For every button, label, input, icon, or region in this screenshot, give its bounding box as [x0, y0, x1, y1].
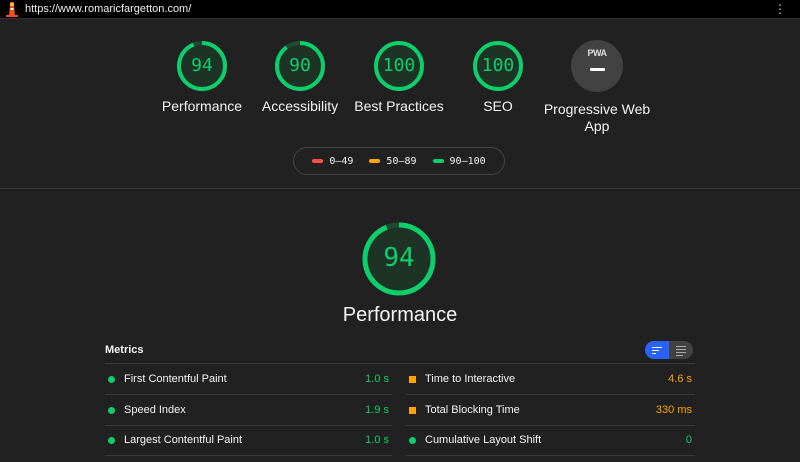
metric-row[interactable]: Time to Interactive 4.6 s	[406, 364, 695, 394]
pass-dot-icon	[409, 436, 416, 444]
row-divider	[406, 455, 695, 456]
legend-average-label: 50–89	[386, 155, 417, 167]
metric-name: Cumulative Layout Shift	[425, 434, 542, 446]
gauge-seo[interactable]: 100 SEO	[472, 40, 524, 114]
gauge-label: Performance	[161, 98, 243, 114]
metrics-view-toggle[interactable]	[645, 341, 693, 359]
legend-fail-label: 0–49	[329, 155, 354, 167]
metric-row[interactable]: Total Blocking Time 330 ms	[406, 395, 695, 425]
gauge-best-practices[interactable]: 100 Best Practices	[354, 40, 444, 114]
page-url: https://www.romaricfargetton.com/	[25, 3, 192, 15]
metric-name: Speed Index	[124, 404, 186, 416]
gauge-label: Accessibility	[261, 98, 339, 114]
metrics-heading: Metrics	[105, 344, 144, 356]
pass-marker-icon	[432, 159, 444, 163]
fail-marker-icon	[312, 159, 324, 163]
metric-name: Largest Contentful Paint	[124, 434, 243, 446]
top-bar: https://www.romaricfargetton.com/ ⋮	[0, 0, 800, 19]
metric-value: 1.0 s	[365, 434, 389, 446]
metric-value: 0	[685, 434, 692, 446]
average-square-icon	[409, 375, 416, 383]
legend-average: 50–89	[369, 155, 417, 167]
gauge-score: 94	[191, 55, 213, 76]
performance-title: Performance	[342, 304, 458, 326]
metric-name: Total Blocking Time	[425, 404, 520, 416]
pass-dot-icon	[108, 436, 115, 444]
metric-row[interactable]: Largest Contentful Paint 1.0 s	[105, 425, 392, 455]
metric-value: 1.9 s	[365, 404, 389, 416]
gauge-score: 90	[289, 55, 311, 76]
pass-dot-icon	[108, 406, 115, 414]
gauge-score: 100	[382, 55, 416, 76]
kebab-menu-icon[interactable]: ⋮	[774, 2, 786, 16]
section-divider	[0, 188, 800, 189]
expanded-view-button[interactable]	[669, 341, 693, 359]
gauge-label: Best Practices	[354, 98, 444, 114]
gauge-accessibility[interactable]: 90 Accessibility	[262, 40, 338, 114]
average-marker-icon	[369, 159, 381, 163]
metric-value: 4.6 s	[668, 373, 692, 385]
average-square-icon	[409, 406, 416, 414]
metric-row[interactable]: Cumulative Layout Shift 0	[406, 425, 695, 455]
row-divider	[105, 455, 392, 456]
compact-view-button[interactable]	[645, 341, 669, 359]
performance-score: 94	[383, 243, 415, 273]
gauge-label: Progressive Web App	[543, 101, 651, 134]
metric-name: Time to Interactive	[425, 373, 516, 385]
legend-fail: 0–49	[312, 156, 353, 167]
pwa-badge-text: PWA	[587, 48, 607, 58]
legend-pass: 90–100	[432, 155, 486, 167]
metric-row[interactable]: Speed Index 1.9 s	[105, 395, 392, 425]
dash-icon	[590, 68, 605, 71]
metric-value: 1.0 s	[365, 373, 389, 385]
metric-value: 330 ms	[655, 404, 692, 416]
score-legend: 0–49 50–89 90–100	[293, 147, 505, 175]
pwa-icon: PWA	[571, 40, 623, 92]
pass-dot-icon	[108, 375, 115, 383]
performance-gauge-large: 94	[361, 221, 437, 297]
metric-row[interactable]: First Contentful Paint 1.0 s	[105, 364, 392, 394]
lighthouse-icon	[6, 2, 18, 17]
gauge-pwa[interactable]: PWA Progressive Web App	[544, 40, 650, 134]
gauge-performance[interactable]: 94 Performance	[162, 40, 242, 114]
legend-pass-label: 90–100	[449, 155, 486, 167]
metric-name: First Contentful Paint	[124, 373, 227, 385]
gauge-score: 100	[481, 55, 515, 76]
